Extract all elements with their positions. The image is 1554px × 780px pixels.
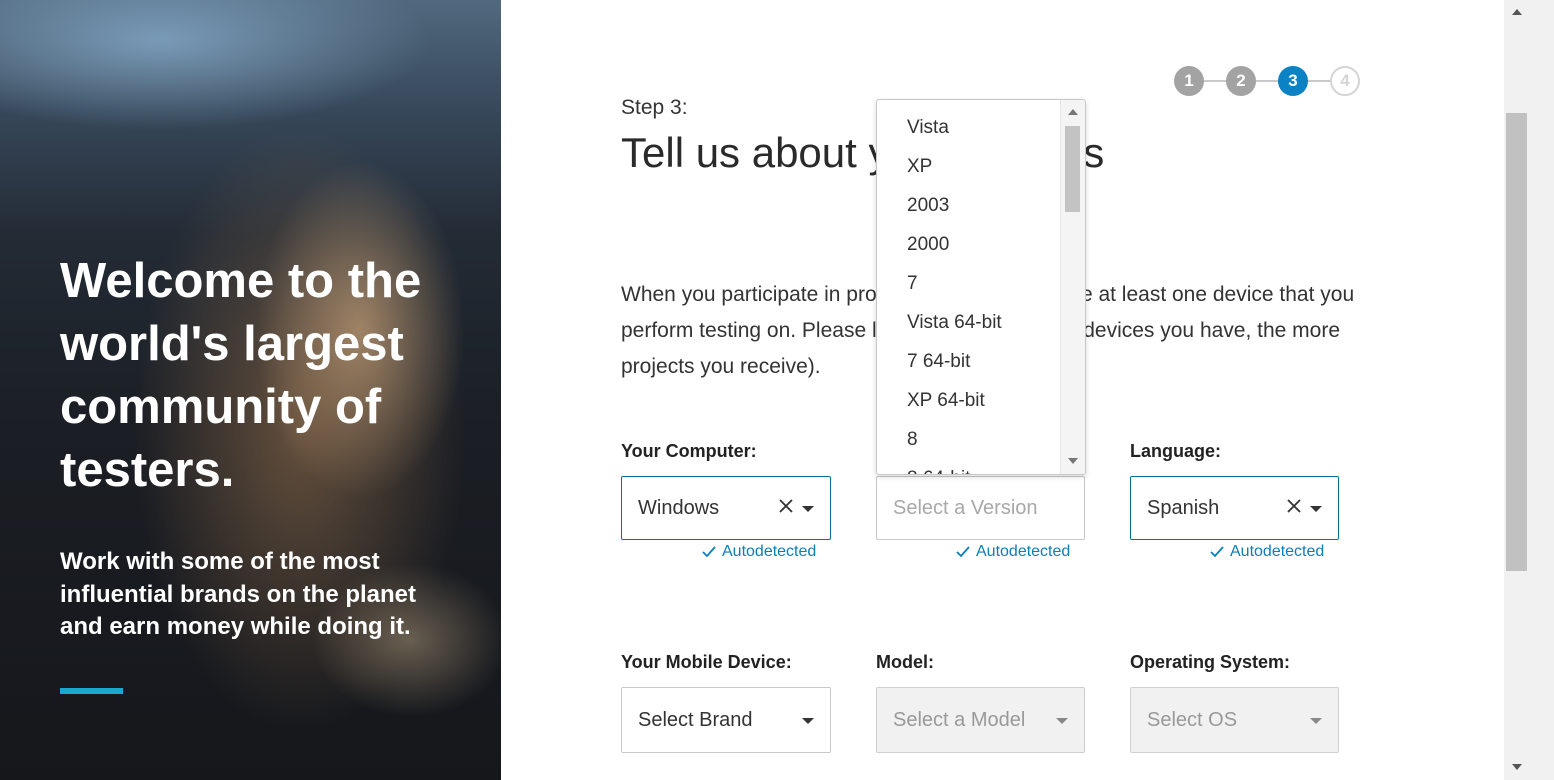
autodetected-text: Autodetected bbox=[722, 543, 817, 560]
computer-value: Windows bbox=[638, 496, 720, 519]
language-autodetected: Autodetected bbox=[1210, 543, 1324, 561]
computer-select[interactable]: Windows bbox=[621, 476, 831, 540]
step-label: Step 3: bbox=[621, 96, 688, 119]
page-scroll-thumb[interactable] bbox=[1506, 113, 1527, 571]
chevron-down-icon bbox=[1310, 506, 1322, 512]
version-option[interactable]: Vista bbox=[877, 108, 1059, 147]
scroll-up-icon[interactable] bbox=[1068, 109, 1078, 115]
version-option[interactable]: Vista 64-bit bbox=[877, 303, 1059, 342]
language-label: Language: bbox=[1130, 441, 1222, 461]
language-value: Spanish bbox=[1147, 496, 1220, 519]
autodetected-text: Autodetected bbox=[976, 543, 1071, 560]
scroll-down-icon[interactable] bbox=[1068, 458, 1078, 464]
step-4: 4 bbox=[1330, 66, 1360, 96]
version-options: Vista XP 2003 2000 7 Vista 64-bit 7 64-b… bbox=[877, 108, 1059, 474]
computer-label: Your Computer: bbox=[621, 441, 757, 461]
computer-autodetected: Autodetected bbox=[702, 543, 816, 561]
os-placeholder: Select OS bbox=[1147, 708, 1238, 731]
hero-panel: Welcome to the world's largest community… bbox=[0, 0, 501, 780]
stepper-connector bbox=[1306, 80, 1332, 82]
hero-title: Welcome to the world's largest community… bbox=[60, 254, 422, 497]
os-select[interactable]: Select OS bbox=[1130, 687, 1339, 753]
stepper-connector bbox=[1254, 80, 1280, 82]
step-2: 2 bbox=[1226, 66, 1256, 96]
page-scrollbar[interactable] bbox=[1504, 0, 1554, 780]
chevron-down-icon bbox=[1310, 718, 1322, 724]
os-label: Operating System: bbox=[1130, 652, 1291, 672]
model-label: Model: bbox=[876, 652, 934, 672]
step-1: 1 bbox=[1174, 66, 1204, 96]
version-option[interactable]: XP 64-bit bbox=[877, 381, 1059, 420]
language-select[interactable]: Spanish bbox=[1130, 476, 1339, 540]
scroll-up-icon[interactable] bbox=[1512, 9, 1522, 15]
check-icon bbox=[1210, 546, 1224, 558]
chevron-down-icon bbox=[1056, 718, 1068, 724]
version-option[interactable]: XP bbox=[877, 147, 1059, 186]
version-select[interactable]: Select a Version bbox=[876, 476, 1085, 540]
brand-select[interactable]: Select Brand bbox=[621, 687, 831, 753]
check-icon bbox=[956, 546, 970, 558]
brand-placeholder: Select Brand bbox=[638, 708, 753, 731]
chevron-down-icon bbox=[802, 506, 814, 512]
version-option[interactable]: 2000 bbox=[877, 225, 1059, 264]
scroll-down-icon[interactable] bbox=[1512, 764, 1522, 770]
dropdown-scroll-thumb[interactable] bbox=[1065, 126, 1080, 212]
model-select[interactable]: Select a Model bbox=[876, 687, 1085, 753]
version-option[interactable]: 8 bbox=[877, 420, 1059, 459]
version-option[interactable]: 7 bbox=[877, 264, 1059, 303]
autodetected-text: Autodetected bbox=[1230, 543, 1325, 560]
chevron-down-icon bbox=[802, 718, 814, 724]
version-option[interactable]: 8 64-bit bbox=[877, 459, 1059, 474]
model-placeholder: Select a Model bbox=[893, 708, 1026, 731]
hero-subtitle: Work with some of the most influential b… bbox=[60, 548, 417, 640]
hero-accent-rule bbox=[60, 688, 123, 694]
dropdown-scrollbar[interactable] bbox=[1060, 100, 1085, 474]
version-dropdown[interactable]: Vista XP 2003 2000 7 Vista 64-bit 7 64-b… bbox=[876, 99, 1086, 475]
version-option[interactable]: 7 64-bit bbox=[877, 342, 1059, 381]
clear-icon[interactable] bbox=[778, 498, 794, 514]
version-option[interactable]: 2003 bbox=[877, 186, 1059, 225]
step-3: 3 bbox=[1278, 66, 1308, 96]
stepper-connector bbox=[1202, 80, 1228, 82]
progress-stepper: 1 2 3 4 bbox=[1174, 66, 1362, 96]
check-icon bbox=[702, 546, 716, 558]
version-placeholder: Select a Version bbox=[893, 496, 1038, 519]
version-autodetected: Autodetected bbox=[956, 543, 1070, 561]
mobile-label: Your Mobile Device: bbox=[621, 652, 792, 672]
clear-icon[interactable] bbox=[1286, 498, 1302, 514]
